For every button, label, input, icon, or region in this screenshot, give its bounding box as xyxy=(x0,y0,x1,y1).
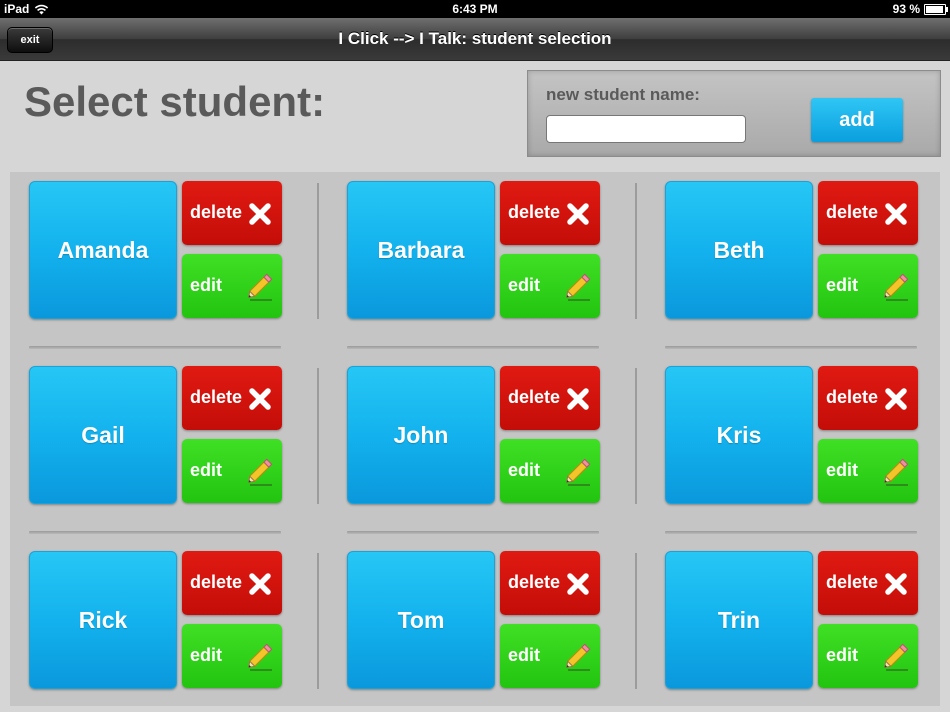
student-card: Amanda delete edit xyxy=(29,181,285,321)
column-divider xyxy=(635,183,637,319)
row-divider xyxy=(665,346,917,349)
student-name-button[interactable]: Kris xyxy=(665,366,813,504)
student-name-button[interactable]: Beth xyxy=(665,181,813,319)
edit-student-button[interactable]: edit xyxy=(818,624,918,688)
student-card: Trin delete edit xyxy=(665,551,921,691)
delete-label: delete xyxy=(190,202,243,222)
delete-label: delete xyxy=(190,572,243,592)
edit-student-button[interactable]: edit xyxy=(500,624,600,688)
row-divider xyxy=(347,346,599,349)
new-student-label: new student name: xyxy=(546,85,700,104)
student-card: John delete edit xyxy=(347,366,603,506)
new-student-name-input[interactable] xyxy=(546,115,746,143)
row-divider xyxy=(347,531,599,534)
row-divider xyxy=(29,531,281,534)
window-title: I Click --> I Talk: student selection xyxy=(338,29,612,48)
edit-student-button[interactable]: edit xyxy=(500,254,600,318)
x-icon xyxy=(567,388,589,410)
edit-label: edit xyxy=(508,275,541,295)
pencil-icon xyxy=(566,643,591,671)
status-time: 6:43 PM xyxy=(452,2,498,16)
delete-label: delete xyxy=(190,387,243,407)
row-divider xyxy=(665,531,917,534)
edit-student-button[interactable]: edit xyxy=(818,439,918,503)
delete-student-button[interactable]: delete xyxy=(182,181,282,245)
column-divider xyxy=(635,368,637,504)
edit-student-button[interactable]: edit xyxy=(500,439,600,503)
student-name-button[interactable]: Rick xyxy=(29,551,177,689)
delete-label: delete xyxy=(826,387,879,407)
column-divider xyxy=(635,553,637,689)
edit-label: edit xyxy=(826,645,859,665)
pencil-icon xyxy=(566,458,591,486)
delete-student-button[interactable]: delete xyxy=(500,551,600,615)
edit-label: edit xyxy=(508,645,541,665)
column-divider xyxy=(317,553,319,689)
student-card: Gail delete edit xyxy=(29,366,285,506)
x-icon xyxy=(885,203,907,225)
delete-student-button[interactable]: delete xyxy=(818,366,918,430)
edit-label: edit xyxy=(190,460,223,480)
status-bar: iPad 6:43 PM 93 % xyxy=(0,0,950,18)
delete-student-button[interactable]: delete xyxy=(818,181,918,245)
edit-label: edit xyxy=(508,460,541,480)
pencil-icon xyxy=(248,458,273,486)
pencil-icon xyxy=(566,273,591,301)
x-icon xyxy=(249,573,271,595)
column-divider xyxy=(317,183,319,319)
edit-label: edit xyxy=(190,645,223,665)
delete-student-button[interactable]: delete xyxy=(500,181,600,245)
column-divider xyxy=(317,368,319,504)
student-name-button[interactable]: Barbara xyxy=(347,181,495,319)
x-icon xyxy=(885,388,907,410)
add-student-button[interactable]: add xyxy=(811,98,903,142)
delete-label: delete xyxy=(508,202,561,222)
pencil-icon xyxy=(248,273,273,301)
student-name-button[interactable]: John xyxy=(347,366,495,504)
delete-student-button[interactable]: delete xyxy=(818,551,918,615)
x-icon xyxy=(567,203,589,225)
x-icon xyxy=(249,388,271,410)
edit-student-button[interactable]: edit xyxy=(818,254,918,318)
student-name-button[interactable]: Gail xyxy=(29,366,177,504)
delete-label: delete xyxy=(508,572,561,592)
x-icon xyxy=(885,573,907,595)
edit-label: edit xyxy=(826,275,859,295)
delete-label: delete xyxy=(826,202,879,222)
student-card: Beth delete edit xyxy=(665,181,921,321)
student-card: Kris delete edit xyxy=(665,366,921,506)
delete-student-button[interactable]: delete xyxy=(182,366,282,430)
edit-student-button[interactable]: edit xyxy=(182,624,282,688)
x-icon xyxy=(567,573,589,595)
student-name-button[interactable]: Tom xyxy=(347,551,495,689)
student-card: Tom delete edit xyxy=(347,551,603,691)
student-name-button[interactable]: Trin xyxy=(665,551,813,689)
row-divider xyxy=(29,346,281,349)
edit-label: edit xyxy=(826,460,859,480)
delete-label: delete xyxy=(508,387,561,407)
edit-student-button[interactable]: edit xyxy=(182,439,282,503)
delete-student-button[interactable]: delete xyxy=(182,551,282,615)
edit-label: edit xyxy=(190,275,223,295)
page-title: Select student: xyxy=(24,78,326,125)
delete-student-button[interactable]: delete xyxy=(500,366,600,430)
battery-icon xyxy=(924,3,948,15)
pencil-icon xyxy=(884,458,909,486)
student-grid: Amanda delete edit Barbara delete edit Beth del… xyxy=(10,172,940,706)
x-icon xyxy=(249,203,271,225)
pencil-icon xyxy=(884,643,909,671)
pencil-icon xyxy=(248,643,273,671)
status-right: 93 % xyxy=(892,2,948,16)
student-card: Rick delete edit xyxy=(29,551,285,691)
edit-student-button[interactable]: edit xyxy=(182,254,282,318)
pencil-icon xyxy=(884,273,909,301)
student-card: Barbara delete edit xyxy=(347,181,603,321)
student-name-button[interactable]: Amanda xyxy=(29,181,177,319)
battery-percent: 93 % xyxy=(892,2,920,16)
new-student-panel: new student name: add xyxy=(527,70,941,157)
delete-label: delete xyxy=(826,572,879,592)
title-bar: exit I Click --> I Talk: student selecti… xyxy=(0,18,950,61)
